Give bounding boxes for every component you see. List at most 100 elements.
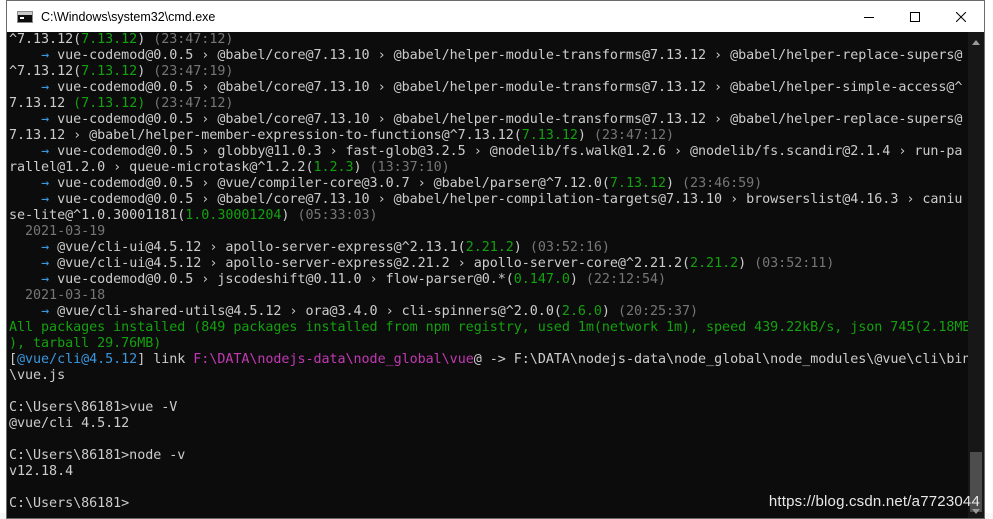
console-text-segment xyxy=(9,144,41,159)
console-line: → @vue/cli-ui@4.5.12 › apollo-server-exp… xyxy=(9,240,969,256)
console-line: → vue-codemod@0.0.5 › jscodeshift@0.11.0… xyxy=(9,272,969,288)
vertical-scrollbar[interactable] xyxy=(968,32,984,518)
console-text-segment: 2021-03-19 xyxy=(9,224,106,239)
console-text-segment: @vue/cli 4.5.12 xyxy=(9,416,130,431)
console-line: ), tarball 29.76MB) xyxy=(9,336,969,352)
console-text-segment: → xyxy=(41,80,50,95)
console-line: → @vue/cli-shared-utils@4.5.12 › ora@3.4… xyxy=(9,304,969,320)
console-line: [@vue/cli@4.5.12] link F:\DATA\nodejs-da… xyxy=(9,352,969,368)
title-bar[interactable]: C:\Windows\system32\cmd.exe xyxy=(7,1,984,32)
console-text-segment: vue-codemod@0.0.5 › jscodeshift@0.11.0 ›… xyxy=(49,272,514,287)
console-text-segment: [ xyxy=(9,352,18,367)
maximize-button[interactable] xyxy=(892,1,938,32)
console-text-segment: rallel@1.2.0 › queue-microtask@^1.2.2( xyxy=(9,160,314,175)
console-text-segment xyxy=(9,192,41,207)
console-text-segment: vue-codemod@0.0.5 › @babel/core@7.13.10 … xyxy=(49,112,963,127)
console-text-segment: C:\Users\86181>node -v xyxy=(9,448,186,463)
console-text-segment: C:\Users\86181>vue -V xyxy=(9,400,178,415)
close-button[interactable] xyxy=(938,1,984,32)
scroll-up-arrow-icon xyxy=(972,32,980,50)
console-text-segment xyxy=(9,240,41,255)
console-text-segment: ), tarball 29.76MB) xyxy=(9,336,162,351)
console-text-segment: 2.21.2 xyxy=(465,240,514,255)
cmd-icon[interactable] xyxy=(17,10,33,23)
console-text-segment: 2021-03-18 xyxy=(9,288,106,303)
console-text-segment: (23:47:12) xyxy=(153,32,234,47)
console-text-segment: 7.13.12 › @babel/helper-member-expressio… xyxy=(9,128,522,143)
console-text-segment: ) xyxy=(513,240,530,255)
console-line: 7.13.12 (7.13.12) (23:47:12) xyxy=(9,96,969,112)
console-text-segment: ) xyxy=(137,32,154,47)
console-line: 2021-03-19 xyxy=(9,224,969,240)
console-line: All packages installed (849 packages ins… xyxy=(9,320,969,336)
console-text-segment: ) xyxy=(577,128,594,143)
console-text-segment: 7.13.12 xyxy=(609,176,667,191)
console-text-segment: ) xyxy=(137,64,154,79)
console-text-segment: 2.21.2 xyxy=(690,256,739,271)
minimize-icon xyxy=(864,12,874,22)
console-line: @vue/cli 4.5.12 xyxy=(9,416,969,432)
console-text-segment: ) xyxy=(601,304,618,319)
console-text-segment: v12.18.4 xyxy=(9,464,74,479)
console-text-segment: 7.13.12 xyxy=(81,64,138,79)
console-text-segment: 2.6.0 xyxy=(561,304,602,319)
console-text-segment: @ -> F:\DATA\nodejs-data\node_global\nod… xyxy=(473,352,969,367)
console-text-segment: (20:25:37) xyxy=(617,304,699,319)
minimize-button[interactable] xyxy=(846,1,892,32)
console-text-segment: (23:47:12) xyxy=(153,96,234,111)
console-text-segment: ) xyxy=(666,176,683,191)
console-text-segment: → xyxy=(41,256,50,271)
console-text-segment: vue-codemod@0.0.5 › @vue/compiler-core@3… xyxy=(49,176,610,191)
console-text-segment: 7.13.12 xyxy=(521,128,578,143)
console-text-segment: ) xyxy=(738,256,755,271)
console-text-segment: 7.13.12 xyxy=(81,32,138,47)
console-line: → @vue/cli-ui@4.5.12 › apollo-server-exp… xyxy=(9,256,969,272)
console-text-segment: @vue/cli@4.5.12 xyxy=(17,352,138,367)
console-line: → vue-codemod@0.0.5 › globby@11.0.3 › fa… xyxy=(9,144,969,160)
console-text-segment: (05:33:03) xyxy=(297,208,378,223)
console-text-segment: @vue/cli-shared-utils@4.5.12 › ora@3.4.0… xyxy=(49,304,562,319)
console-text-segment: All packages installed (849 packages ins… xyxy=(9,320,969,335)
console-line: C:\Users\86181>node -v xyxy=(9,448,969,464)
console-text-segment: vue-codemod@0.0.5 › @babel/core@7.13.10 … xyxy=(49,192,963,207)
console-text-segment: vue-codemod@0.0.5 › globby@11.0.3 › fast… xyxy=(49,144,963,159)
console-text-segment xyxy=(9,304,41,319)
console-line: ^7.13.12(7.13.12) (23:47:19) xyxy=(9,64,969,80)
console-line: → vue-codemod@0.0.5 › @babel/core@7.13.1… xyxy=(9,112,969,128)
console-text-segment: 1.0.30001204 xyxy=(185,208,282,223)
console-text-segment: → xyxy=(41,272,50,287)
console-text-segment: ^7.13.12( xyxy=(9,32,82,47)
console-text-segment: → xyxy=(41,176,50,191)
console-line: → vue-codemod@0.0.5 › @babel/core@7.13.1… xyxy=(9,80,969,96)
close-icon xyxy=(956,11,966,22)
console-line: v12.18.4 xyxy=(9,464,969,480)
console-text-segment: (23:47:12) xyxy=(593,128,675,143)
console-text-segment: 7.13.12 xyxy=(9,96,74,111)
console-text-segment: ) xyxy=(353,160,370,175)
background-window-right xyxy=(985,0,993,519)
console-text-segment: C:\Users\86181> xyxy=(9,496,130,511)
console-output[interactable]: ^7.13.12(7.13.12) (23:47:12) → vue-codem… xyxy=(7,32,969,518)
cmd-window: C:\Windows\system32\cmd.exe ^7.13.12(7.1… xyxy=(6,0,985,519)
watermark-text: https://blog.csdn.net/a7723044 xyxy=(768,493,980,510)
console-text-segment: @vue/cli-ui@4.5.12 › apollo-server-expre… xyxy=(49,256,691,271)
console-text-segment: @vue/cli-ui@4.5.12 › apollo-server-expre… xyxy=(49,240,466,255)
console-text-segment: (7.13.12) xyxy=(73,96,146,111)
console-text-segment: vue-codemod@0.0.5 › @babel/core@7.13.10 … xyxy=(49,48,963,63)
console-line: rallel@1.2.0 › queue-microtask@^1.2.2(1.… xyxy=(9,160,969,176)
console-lines: ^7.13.12(7.13.12) (23:47:12) → vue-codem… xyxy=(9,32,969,512)
console-text-segment: → xyxy=(41,192,50,207)
scroll-up-button[interactable] xyxy=(968,32,984,49)
console-line: → vue-codemod@0.0.5 › @babel/core@7.13.1… xyxy=(9,192,969,208)
console-text-segment xyxy=(9,48,41,63)
console-line: C:\Users\86181>vue -V xyxy=(9,400,969,416)
console-text-segment: 1.2.3 xyxy=(313,160,354,175)
console-text-segment: (03:52:16) xyxy=(529,240,610,255)
console-text-segment: (22:12:54) xyxy=(585,272,667,287)
window-title: C:\Windows\system32\cmd.exe xyxy=(41,9,216,24)
console-text-segment: → xyxy=(41,144,50,159)
console-text-segment: 0.147.0 xyxy=(513,272,570,287)
console-text-segment: ^7.13.12( xyxy=(9,64,82,79)
console-line: ^7.13.12(7.13.12) (23:47:12) xyxy=(9,32,969,48)
